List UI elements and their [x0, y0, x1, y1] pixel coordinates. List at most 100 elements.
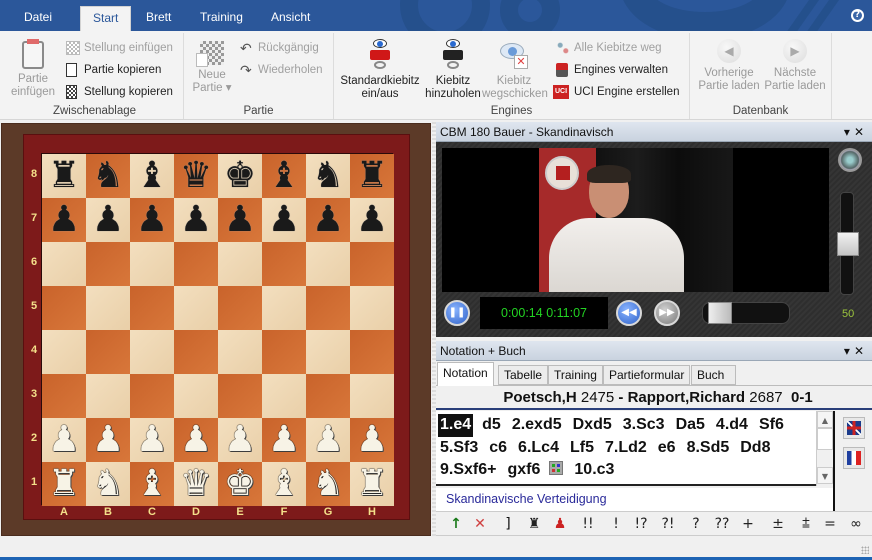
volume-slider-handle[interactable]: [837, 232, 859, 256]
pause-button[interactable]: ❚❚: [444, 300, 470, 326]
seek-slider-handle[interactable]: [708, 302, 732, 324]
vorherige-partie-button[interactable]: ◀ Vorherige Partie laden: [696, 39, 762, 93]
kiebitz-hinzuholen-button[interactable]: Kiebitz hinzuholen: [424, 39, 482, 101]
square-g6[interactable]: [306, 242, 350, 286]
square-d5[interactable]: [174, 286, 218, 330]
square-e6[interactable]: [218, 242, 262, 286]
diagram-icon[interactable]: [549, 461, 564, 475]
move[interactable]: 3.Sc3: [621, 414, 667, 437]
seek-slider[interactable]: [702, 302, 790, 324]
speaker-icon[interactable]: [838, 148, 862, 172]
black-pawn-icon[interactable]: ♟: [224, 198, 256, 242]
help-icon[interactable]: ?: [851, 9, 864, 22]
square-c4[interactable]: [130, 330, 174, 374]
square-g5[interactable]: [306, 286, 350, 330]
move[interactable]: 9.Sxf6+: [438, 459, 498, 482]
square-b3[interactable]: [86, 374, 130, 418]
square-e1[interactable]: ♚: [218, 462, 262, 506]
move[interactable]: 7.Ld2: [603, 437, 649, 460]
move[interactable]: c6: [487, 437, 509, 460]
move[interactable]: 6.Lc4: [516, 437, 561, 460]
wiederholen-button[interactable]: ↷ Wiederholen: [240, 60, 323, 80]
square-c3[interactable]: [130, 374, 174, 418]
square-g1[interactable]: ♞: [306, 462, 350, 506]
move[interactable]: e6: [656, 437, 678, 460]
uci-engine-erstellen-button[interactable]: UCI UCI Engine erstellen: [553, 82, 679, 102]
square-e2[interactable]: ♟: [218, 418, 262, 462]
tab-training[interactable]: Training: [548, 365, 603, 385]
square-c5[interactable]: [130, 286, 174, 330]
promote-variation-icon[interactable]: ↑: [446, 515, 466, 533]
engines-verwalten-button[interactable]: Engines verwalten: [556, 60, 668, 80]
pane-menu-icon[interactable]: ▾: [844, 125, 854, 139]
blunder-button[interactable]: ??: [712, 515, 732, 533]
move[interactable]: 2.exd5: [510, 414, 564, 437]
black-knight-icon[interactable]: ♞: [312, 154, 344, 198]
square-c7[interactable]: ♟: [130, 198, 174, 242]
volume-slider[interactable]: [837, 192, 859, 295]
close-icon[interactable]: ✕: [854, 344, 868, 358]
resize-grip-icon[interactable]: [861, 546, 869, 554]
move[interactable]: 10.c3: [572, 459, 616, 482]
rueckgaengig-button[interactable]: ↶ Rückgängig: [240, 38, 319, 58]
square-g7[interactable]: ♟: [306, 198, 350, 242]
black-pawn-icon[interactable]: ♟: [356, 198, 388, 242]
square-c8[interactable]: ♝: [130, 154, 174, 198]
square-b6[interactable]: [86, 242, 130, 286]
square-d4[interactable]: [174, 330, 218, 374]
square-h6[interactable]: [350, 242, 394, 286]
square-h3[interactable]: [350, 374, 394, 418]
square-a3[interactable]: [42, 374, 86, 418]
move[interactable]: Da5: [674, 414, 707, 437]
square-c2[interactable]: ♟: [130, 418, 174, 462]
square-f7[interactable]: ♟: [262, 198, 306, 242]
square-e8[interactable]: ♚: [218, 154, 262, 198]
square-c6[interactable]: [130, 242, 174, 286]
tab-buch[interactable]: Buch: [691, 365, 736, 385]
square-f1[interactable]: ♝: [262, 462, 306, 506]
move[interactable]: Sf6: [757, 414, 786, 437]
square-a1[interactable]: ♜: [42, 462, 86, 506]
partie-kopieren-button[interactable]: Partie kopieren: [66, 60, 161, 80]
square-b7[interactable]: ♟: [86, 198, 130, 242]
square-h7[interactable]: ♟: [350, 198, 394, 242]
video-screen[interactable]: [442, 148, 829, 292]
bracket-icon[interactable]: ]: [498, 515, 518, 533]
white-slightly-better-button[interactable]: ⩲: [796, 515, 816, 533]
move[interactable]: 5.Sf3: [438, 437, 480, 460]
square-b8[interactable]: ♞: [86, 154, 130, 198]
tab-tabelle[interactable]: Tabelle: [498, 365, 549, 385]
black-king-icon[interactable]: ♚: [224, 154, 256, 198]
neue-partie-button[interactable]: Neue Partie ▾: [190, 41, 234, 95]
square-b2[interactable]: ♟: [86, 418, 130, 462]
white-winning-button[interactable]: +−: [738, 515, 758, 550]
move[interactable]: d5: [480, 414, 503, 437]
tab-notation[interactable]: Notation: [437, 362, 494, 386]
dubious-move-button[interactable]: ?!: [658, 515, 678, 533]
white-pawn-icon[interactable]: ♟: [312, 418, 344, 462]
square-d7[interactable]: ♟: [174, 198, 218, 242]
equal-button[interactable]: =: [820, 515, 840, 533]
white-pawn-icon[interactable]: ♟: [356, 418, 388, 462]
black-pawn-icon[interactable]: ♟: [268, 198, 300, 242]
square-f4[interactable]: [262, 330, 306, 374]
black-rook-icon[interactable]: ♜: [356, 154, 388, 198]
naechste-partie-button[interactable]: ▶ Nächste Partie laden: [762, 39, 828, 93]
chess-board[interactable]: ♜ ♞ ♝ ♛ ♚ ♝ ♞ ♜ ♟ ♟ ♟ ♟ ♟ ♟ ♟ ♟ ♟ ♟ ♟ ♟ ♟ ♟ ♟ ♟ ♜ ♞ ♝ ♛ ♚ ♝ ♞ ♜: [41, 153, 394, 506]
brilliant-move-button[interactable]: !!: [578, 515, 598, 533]
square-a5[interactable]: [42, 286, 86, 330]
white-pawn-icon[interactable]: ♟: [136, 418, 168, 462]
black-knight-icon[interactable]: ♞: [92, 154, 124, 198]
move[interactable]: 4.d4: [714, 414, 750, 437]
flag-uk-icon[interactable]: [843, 417, 865, 439]
black-pawn-icon[interactable]: ♟: [48, 198, 80, 242]
square-d8[interactable]: ♛: [174, 154, 218, 198]
square-d6[interactable]: [174, 242, 218, 286]
flag-france-icon[interactable]: [843, 447, 865, 469]
stellung-einfuegen-button[interactable]: Stellung einfügen: [66, 38, 173, 58]
square-e3[interactable]: [218, 374, 262, 418]
white-queen-icon[interactable]: ♛: [180, 462, 212, 506]
white-knight-icon[interactable]: ♞: [312, 462, 344, 506]
white-rook-icon[interactable]: ♜: [48, 462, 80, 506]
black-pawn-icon[interactable]: ♟: [92, 198, 124, 242]
